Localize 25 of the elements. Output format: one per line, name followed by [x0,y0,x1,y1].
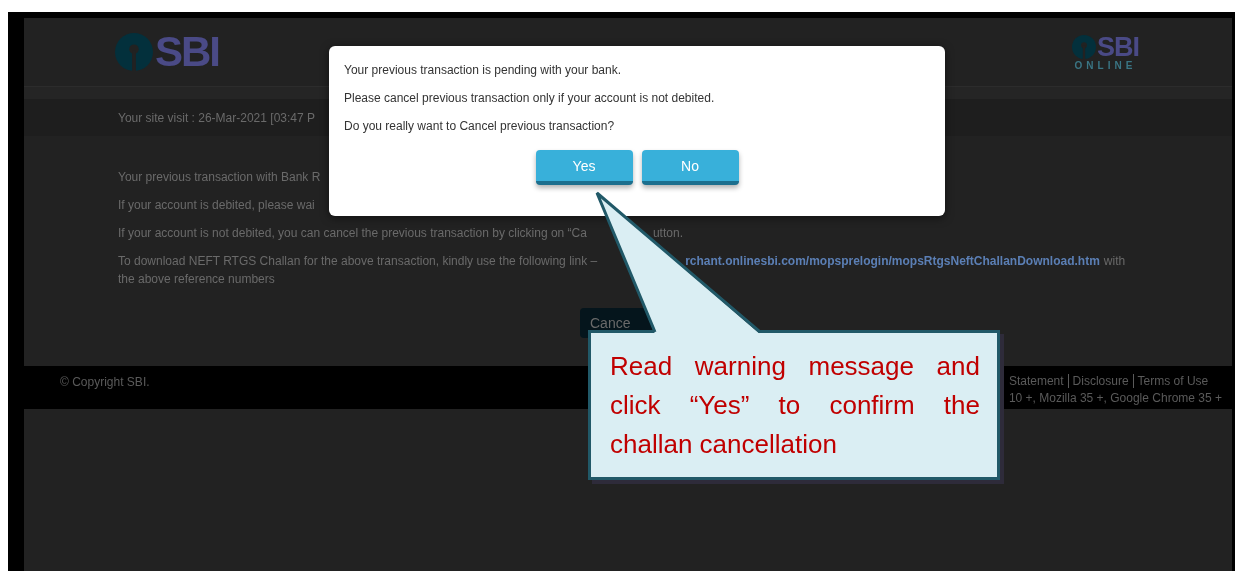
bank-logo-text: SBI [155,31,219,73]
online-logo-text: SBI [1097,33,1139,61]
no-button[interactable]: No [641,150,739,185]
challan-download-link[interactable]: rchant.onlinesbi.com/mopsprelogin/mopsRtgsNeftChallanDownload.htm [685,254,1100,268]
dialog-message: Do you really want to Cancel previous transaction? [344,118,616,135]
info-text: If your account is debited, please wai [118,198,315,212]
info-text: utton. [652,226,683,240]
footer-link[interactable]: Disclosure [1067,374,1133,388]
site-visit-text: Your site visit : 26-Mar-2021 [03:47 P [118,110,315,125]
online-logo-subtext: ONLINE [1074,60,1137,71]
dialog-message: Your previous transaction is pending with your bank. [344,62,623,79]
dialog-message: Please cancel previous transaction only if your account is not debited. [344,90,716,107]
info-text: If your account is not debited, you can cancel the previous transaction by clicking on “Ca [118,226,587,240]
bank-logo-icon [1072,35,1096,59]
footer-link[interactable]: Statement [1008,374,1068,388]
callout-text: Read warning message and click “Yes” to confirm the challan cancellation [610,350,980,461]
bank-logo-icon [115,33,153,71]
info-text: with [1103,254,1126,268]
copyright-text: © Copyright SBI. [59,374,150,391]
info-text: To download NEFT RTGS Challan for the above transaction, kindly use the following link – [118,254,598,268]
info-text: the above reference numbers [118,272,275,286]
yes-button[interactable]: Yes [535,150,633,185]
footer-link[interactable]: Terms of Use [1132,374,1213,388]
info-text: Your previous transaction with Bank R [118,170,321,184]
browser-note: 10 +, Mozilla 35 +, Google Chrome 35 + [1008,391,1222,405]
